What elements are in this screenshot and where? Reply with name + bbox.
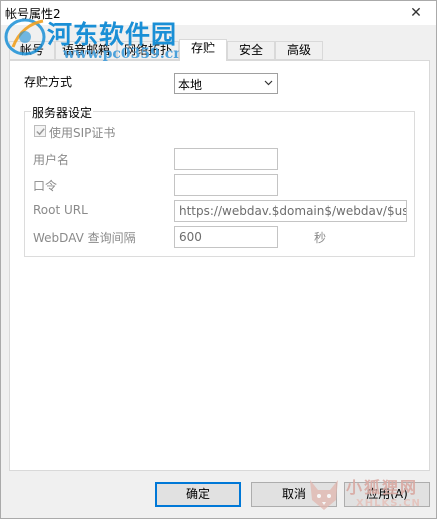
checkmark-icon <box>36 128 45 136</box>
root-url-field[interactable]: https://webdav.$domain$/webdav/$username… <box>174 200 407 222</box>
use-sip-cert-label: 使用SIP证书 <box>49 126 116 140</box>
webdav-interval-label: WebDAV 查询间隔 <box>33 231 136 245</box>
webdav-interval-field[interactable]: 600 <box>174 226 278 248</box>
password-field[interactable] <box>174 174 278 196</box>
watermark-url: www.pc0359.cn <box>63 46 184 62</box>
storage-method-label: 存贮方式 <box>24 75 73 89</box>
ok-button[interactable]: 确定 <box>155 482 241 507</box>
interval-unit-label: 秒 <box>314 231 327 245</box>
username-field[interactable] <box>174 148 278 170</box>
server-settings-title: 服务器设定 <box>31 104 94 121</box>
watermark-fox-cn: 小狐狸网 <box>346 478 419 497</box>
use-sip-cert-checkbox[interactable] <box>34 125 46 137</box>
tab-security[interactable]: 安全 <box>227 41 275 60</box>
tab-storage[interactable]: 存贮 <box>179 39 227 61</box>
storage-method-value: 本地 <box>178 78 203 92</box>
chevron-down-icon <box>264 80 273 86</box>
password-label: 口令 <box>33 179 58 193</box>
root-url-label: Root URL <box>33 203 88 217</box>
watermark-bottom: 小狐狸网 XHLKS.CN <box>304 470 434 516</box>
site-logo-icon <box>4 18 46 56</box>
account-properties-dialog: 帐号属性2 ✕ 帐号 语音邮箱 网络拓扑 存贮 安全 高级 存贮方式 本地 服务… <box>0 0 437 519</box>
close-button[interactable]: ✕ <box>396 1 436 25</box>
fox-logo-icon <box>310 480 338 510</box>
watermark-fox-en: XHLKS.CN <box>356 498 421 509</box>
storage-method-select[interactable]: 本地 <box>174 73 278 94</box>
username-label: 用户名 <box>33 153 70 167</box>
tab-advanced[interactable]: 高级 <box>275 41 323 60</box>
